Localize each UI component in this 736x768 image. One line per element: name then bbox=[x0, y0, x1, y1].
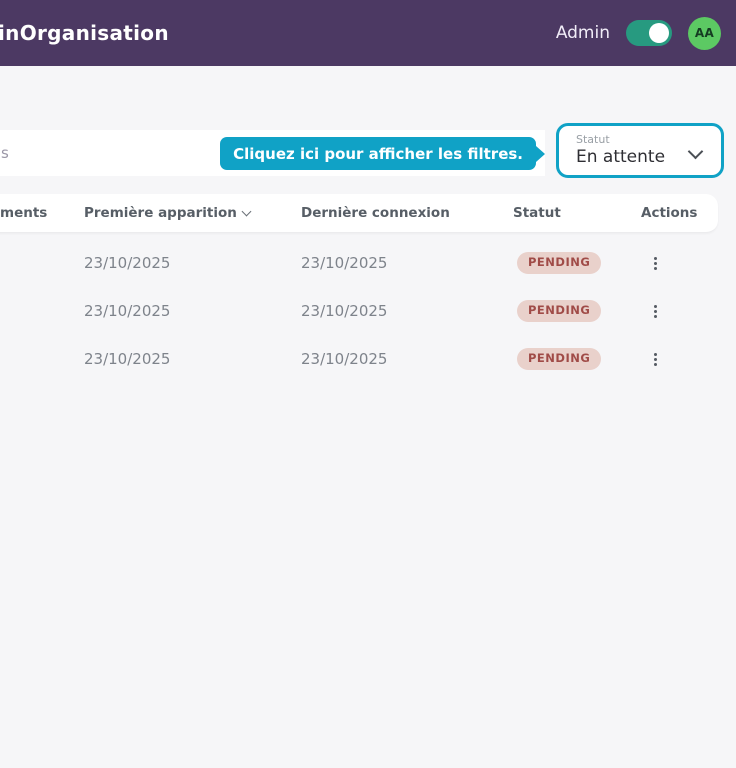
kebab-menu-icon[interactable] bbox=[648, 251, 663, 276]
app-root: inOrganisation Admin AA s Cliquez ici po… bbox=[0, 0, 736, 768]
table-row: 23/10/2025 23/10/2025 PENDING bbox=[0, 239, 718, 287]
filters-callout-text: Cliquez ici pour afficher les filtres. bbox=[233, 145, 523, 163]
status-badge: PENDING bbox=[517, 348, 601, 370]
table-row: 23/10/2025 23/10/2025 PENDING bbox=[0, 335, 718, 383]
row-actions bbox=[648, 287, 663, 335]
status-badge-wrap: PENDING bbox=[517, 287, 601, 335]
status-badge: PENDING bbox=[517, 252, 601, 274]
column-header-premiere-apparition[interactable]: Première apparition bbox=[84, 194, 250, 232]
row-actions bbox=[648, 335, 663, 383]
kebab-menu-icon[interactable] bbox=[648, 299, 663, 324]
kebab-menu-icon[interactable] bbox=[648, 347, 663, 372]
cell-derniere-connexion: 23/10/2025 bbox=[301, 335, 387, 383]
avatar[interactable]: AA bbox=[688, 17, 721, 50]
status-badge: PENDING bbox=[517, 300, 601, 322]
status-badge-wrap: PENDING bbox=[517, 239, 601, 287]
cell-derniere-connexion: 23/10/2025 bbox=[301, 287, 387, 335]
cell-premiere-apparition: 23/10/2025 bbox=[84, 287, 170, 335]
admin-label: Admin bbox=[556, 23, 610, 43]
column-header-derniere-connexion: Dernière connexion bbox=[301, 194, 450, 232]
status-badge-wrap: PENDING bbox=[517, 335, 601, 383]
topbar-right-group: Admin AA bbox=[556, 17, 736, 50]
cell-derniere-connexion: 23/10/2025 bbox=[301, 239, 387, 287]
search-text-fragment: s bbox=[1, 144, 9, 162]
cell-premiere-apparition: 23/10/2025 bbox=[84, 239, 170, 287]
admin-toggle[interactable] bbox=[626, 20, 672, 46]
sort-chevron-down-icon bbox=[241, 207, 251, 217]
statut-filter-select[interactable]: Statut En attente bbox=[556, 123, 724, 178]
cell-premiere-apparition: 23/10/2025 bbox=[84, 335, 170, 383]
app-title: inOrganisation bbox=[0, 21, 169, 45]
table-header: ments Première apparition Dernière conne… bbox=[0, 194, 718, 233]
top-navbar: inOrganisation Admin AA bbox=[0, 0, 736, 66]
row-actions bbox=[648, 239, 663, 287]
statut-filter-label: Statut bbox=[576, 133, 610, 146]
column-header-documents: ments bbox=[0, 194, 47, 232]
toggle-knob bbox=[649, 23, 669, 43]
chevron-down-icon bbox=[688, 144, 704, 160]
column-header-actions: Actions bbox=[641, 194, 697, 232]
statut-filter-value: En attente bbox=[576, 147, 665, 167]
filters-callout: Cliquez ici pour afficher les filtres. bbox=[220, 137, 536, 170]
column-header-statut: Statut bbox=[513, 194, 561, 232]
table-row: 23/10/2025 23/10/2025 PENDING bbox=[0, 287, 718, 335]
